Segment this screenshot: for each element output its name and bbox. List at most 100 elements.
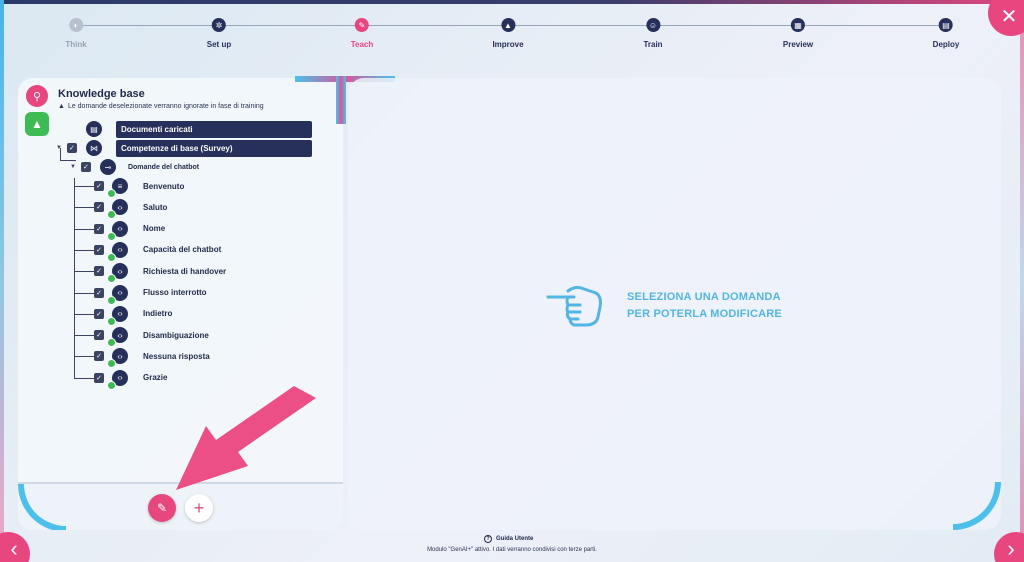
caret-down-icon[interactable]: ▼ — [56, 145, 62, 151]
thumbs-up-icon: ▲ — [31, 117, 43, 131]
question-label: Disambiguazione — [143, 330, 209, 340]
message-icon: ≡ — [107, 178, 128, 198]
step-label: Set up — [206, 40, 232, 49]
active-status-dot — [107, 189, 116, 198]
tree-line — [74, 249, 94, 251]
pink-arrow-annotation — [176, 386, 316, 490]
question-checkbox[interactable]: ✓ — [94, 330, 104, 341]
next-button[interactable]: › — [994, 532, 1024, 562]
question-checkbox[interactable]: ✓ — [94, 351, 104, 362]
search-button[interactable]: ⚲ — [26, 85, 48, 107]
step-label: Think — [65, 40, 87, 49]
question-checkbox[interactable]: ✓ — [94, 287, 104, 298]
question-item[interactable]: ✓ ‹› Nessuna risposta — [94, 347, 210, 369]
bot-icon: ☺ — [646, 18, 660, 32]
competenze-label: Competenze di base (Survey) — [115, 139, 312, 157]
corner-arc — [953, 482, 1001, 530]
message-line-2: PER POTERLA MODIFICARE — [627, 308, 782, 320]
select-question-message: SELEZIONA UNA DOMANDA PER POTERLA MODIFI… — [627, 289, 782, 323]
step-setup[interactable]: ✲ Set up — [207, 18, 231, 49]
active-status-dot — [107, 359, 116, 369]
like-button[interactable]: ▲ — [25, 112, 49, 136]
tree-line — [74, 335, 94, 337]
tree-line — [74, 186, 94, 187]
caret-down-icon[interactable]: ▼ — [70, 164, 76, 170]
domande-label: Domande del chatbot — [127, 163, 200, 171]
step-label: Improve — [492, 40, 524, 49]
code-icon: ‹› — [107, 241, 128, 262]
question-item[interactable]: ✓ ‹› Disambiguazione — [94, 326, 209, 348]
tree-item-domande[interactable]: ▼ ✓ ⊸ Domande del chatbot — [70, 158, 199, 176]
question-label: Flusso interrotto — [143, 288, 207, 297]
step-think[interactable]: ◐ Think — [65, 18, 87, 49]
add-button[interactable]: + — [185, 494, 213, 522]
code-icon: ‹› — [107, 305, 128, 326]
question-checkbox[interactable]: ✓ — [94, 308, 104, 319]
code-icon: ‹› — [107, 284, 128, 305]
tree-line — [74, 356, 94, 358]
step-deploy[interactable]: ▤ Deploy — [932, 18, 960, 49]
brain-icon: ◐ — [69, 18, 83, 32]
user-guide-label: Guida Utente — [496, 536, 534, 542]
question-label: Saluto — [143, 202, 168, 212]
right-edge-glow — [1020, 0, 1024, 562]
question-checkbox[interactable]: ✓ — [94, 244, 104, 255]
question-checkbox[interactable]: ✓ — [94, 202, 104, 213]
calendar-icon: ▦ — [791, 18, 805, 32]
top-border — [0, 0, 1024, 4]
panel-title: Knowledge base — [58, 88, 145, 100]
step-train[interactable]: ☺ Train — [643, 18, 663, 49]
active-status-dot — [107, 316, 116, 326]
step-improve[interactable]: ▲ Improve — [492, 18, 524, 49]
search-icon: ⚲ — [32, 90, 42, 103]
question-item[interactable]: ✓ ‹› Grazie — [94, 369, 167, 390]
code-icon: ‹› — [107, 369, 128, 390]
flow-icon: ⊸ — [99, 159, 116, 175]
edit-button[interactable]: ✎ — [148, 494, 176, 522]
tree-line — [74, 207, 94, 209]
user-guide-link[interactable]: ? Guida Utente — [484, 535, 533, 543]
left-edge-glow — [0, 0, 4, 562]
question-checkbox[interactable]: ✓ — [94, 181, 104, 191]
training-note: ▲ Le domande deselezionate verranno ignor… — [58, 103, 264, 110]
previous-button[interactable]: ‹ — [0, 532, 30, 562]
question-checkbox[interactable]: ✓ — [94, 266, 104, 277]
question-item[interactable]: ✓ ‹› Saluto — [94, 198, 168, 220]
code-icon: ‹› — [107, 327, 128, 348]
question-checkbox[interactable]: ✓ — [94, 372, 104, 383]
step-preview[interactable]: ▦ Preview — [783, 18, 813, 49]
step-label: Teach — [350, 40, 374, 49]
question-label: Indietro — [143, 309, 173, 319]
tree-line — [74, 313, 94, 315]
question-item[interactable]: ✓ ‹› Flusso interrotto — [94, 284, 207, 305]
question-label: Benvenuto — [143, 181, 185, 191]
editor-panel: SELEZIONA UNA DOMANDA PER POTERLA MODIFI… — [348, 78, 1001, 530]
step-label: Deploy — [932, 40, 960, 49]
tree-item-competenze[interactable]: ▼ ✓ ⋈ Competenze di base (Survey) — [56, 139, 312, 157]
question-item[interactable]: ✓ ≡ Benvenuto — [94, 177, 185, 198]
domande-checkbox[interactable]: ✓ — [80, 162, 91, 172]
progress-stepper: ◐ Think ✲ Set up ✎ Teach ▲ Improve ☺ Tra… — [0, 14, 1024, 54]
genai-notice: Modulo "GenAI+" attivo. I dati verranno … — [427, 547, 597, 553]
plus-icon: + — [193, 497, 205, 518]
documenti-label: Documenti caricati — [116, 120, 312, 138]
pointing-hand-icon — [546, 285, 602, 327]
question-item[interactable]: ✓ ‹› Indietro — [94, 305, 173, 326]
active-status-dot — [107, 295, 116, 305]
question-label: Richiesta di handover — [143, 266, 227, 276]
share-icon: ⋈ — [85, 140, 102, 156]
tree-item-documenti[interactable]: ▤ Documenti caricati — [86, 120, 312, 138]
code-icon: ‹› — [107, 348, 128, 369]
active-status-dot — [107, 380, 116, 390]
step-teach[interactable]: ✎ Teach — [350, 18, 374, 49]
code-icon: ‹› — [107, 199, 128, 220]
message-line-1: SELEZIONA UNA DOMANDA — [627, 291, 781, 303]
step-label: Preview — [782, 40, 814, 49]
question-item[interactable]: ✓ ‹› Capacità del chatbot — [94, 241, 221, 262]
pencil-icon: ✎ — [156, 501, 168, 515]
competenze-checkbox[interactable]: ✓ — [66, 143, 77, 153]
question-checkbox[interactable]: ✓ — [94, 223, 104, 234]
gear-icon: ✲ — [211, 18, 226, 32]
question-item[interactable]: ✓ ‹› Richiesta di handover — [94, 262, 227, 284]
question-item[interactable]: ✓ ‹› Nome — [94, 220, 165, 241]
